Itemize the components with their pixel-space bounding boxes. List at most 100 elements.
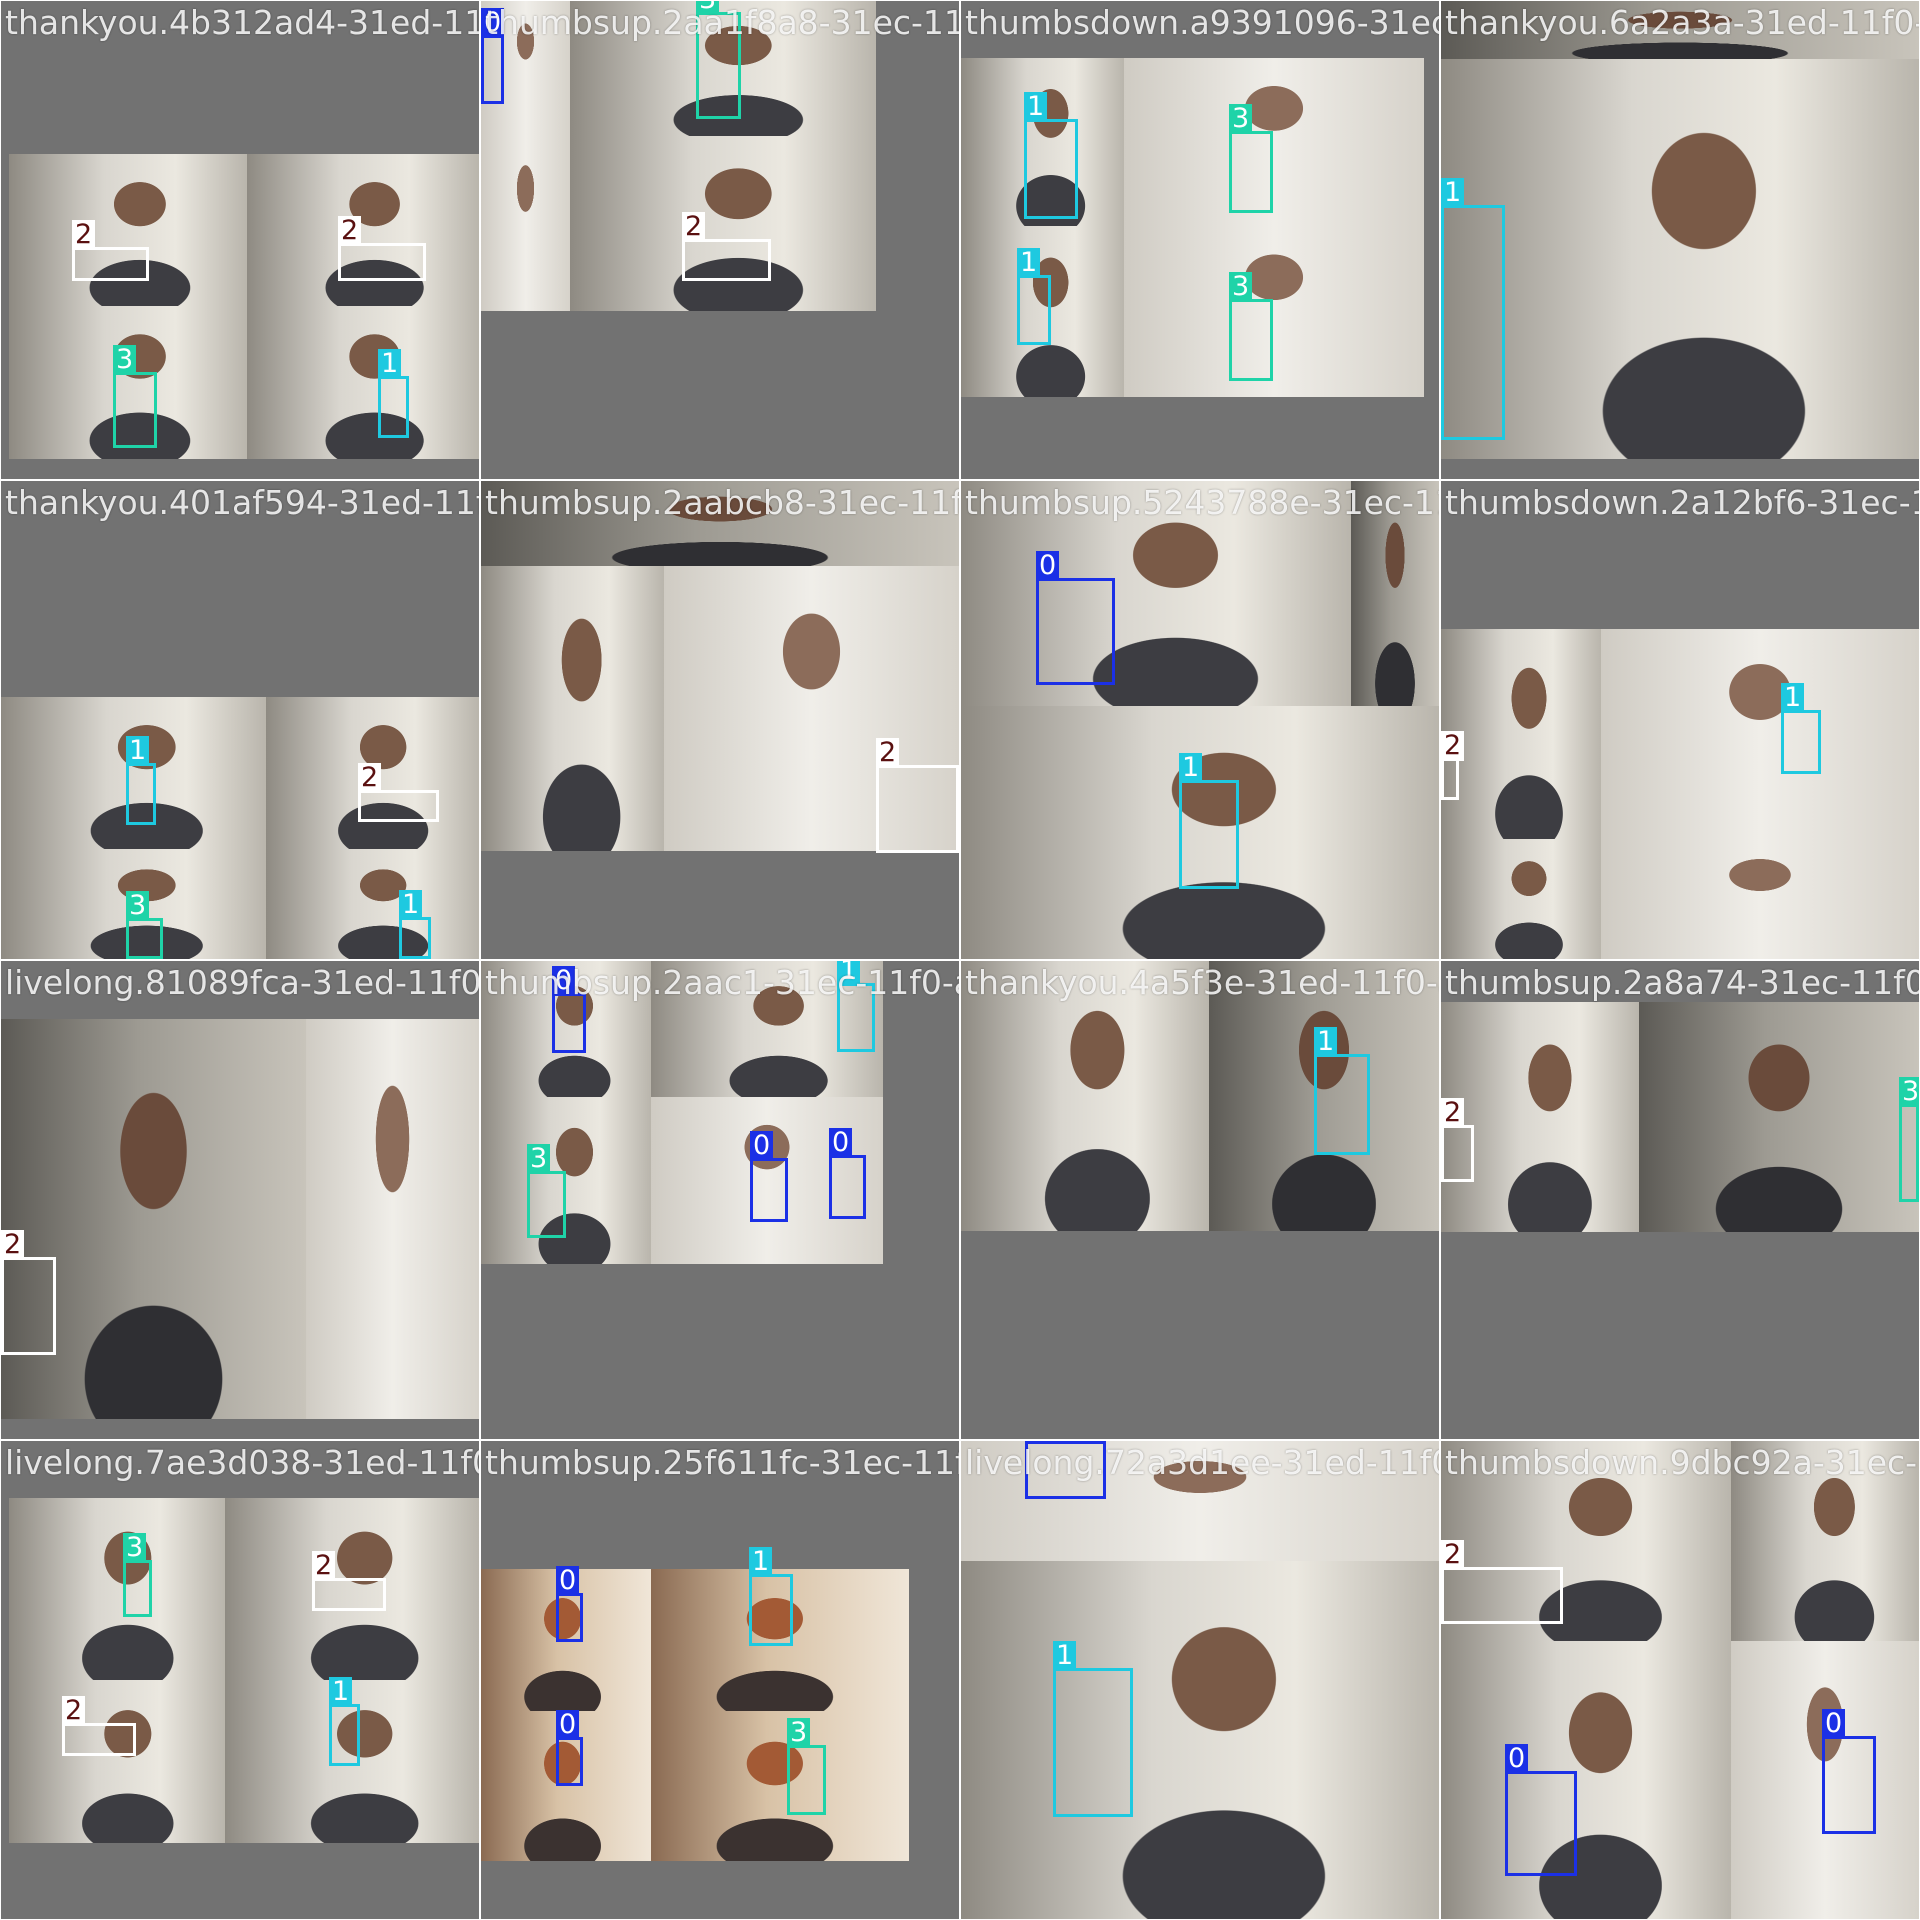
image-tile: thumbsdown.a9391096-31ec-11f0-a028-ca2a8…: [961, 1, 1439, 479]
class-label: 2: [338, 216, 362, 246]
class-label: 1: [749, 1547, 773, 1577]
class-label: 1: [399, 890, 423, 920]
image-tile: thumbsup.2aa1f8a8-31ec-11f0-a028-ca2a8e1…: [481, 1, 959, 479]
image-filename: thumbsup.2a8a74-31ec-11f0-a028-ca2a8e1: [1445, 963, 1919, 1002]
class-label: 2: [1441, 731, 1465, 761]
class-label: 2: [358, 763, 382, 793]
sub-image: [1124, 58, 1424, 226]
class-label: 0: [1036, 551, 1060, 581]
class-label: 1: [378, 349, 402, 379]
image-tile: thankyou.4a5f3e-31ed-11f0-a028-ca2a8e1 1: [961, 961, 1439, 1439]
bounding-box: 2: [1441, 1540, 1563, 1624]
class-label: 3: [1229, 272, 1253, 302]
image-tile: thankyou.6a2a3a-31ed-11f0-a028-ca2a8e1 1: [1441, 1, 1919, 479]
image-tile: thumbsup.2a8a74-31ec-11f0-a028-ca2a8e1 2…: [1441, 961, 1919, 1439]
sub-image: [1601, 629, 1919, 839]
bounding-box: 2: [312, 1551, 386, 1611]
bounding-box: 2: [1441, 731, 1465, 800]
class-label: 0: [829, 1128, 853, 1158]
bounding-box: 1: [1179, 753, 1239, 889]
class-label: 1: [126, 736, 150, 766]
bounding-box: 3: [1229, 104, 1273, 213]
sub-image: [1, 1019, 306, 1419]
sub-image: [481, 1097, 651, 1264]
bounding-box: 0: [556, 1710, 583, 1786]
bounding-box: 3: [1229, 272, 1273, 381]
sub-image: [247, 306, 479, 459]
sub-image: [481, 136, 570, 311]
image-tile: thumbsup.2aac1-31ec-11f0-a028-ca2a8e1 0 …: [481, 961, 959, 1439]
bounding-box: 0: [481, 8, 505, 104]
bounding-box: 3: [527, 1144, 566, 1238]
class-label: 0: [750, 1131, 774, 1161]
image-filename: thumbsup.2aac1-31ec-11f0-a028-ca2a8e1: [485, 963, 959, 1002]
image-tile: thumbsup.2aabcb8-31ec-11f0-a028-ca2a8e1 …: [481, 481, 959, 959]
bounding-box: 3: [1899, 1077, 1919, 1202]
image-mosaic: thankyou.4b312ad4-31ed-11f0-a028-ca2a8e1…: [0, 0, 1920, 1920]
image-filename: thankyou.6a2a3a-31ed-11f0-a028-ca2a8e1: [1445, 3, 1919, 42]
bounding-box: 2: [338, 216, 426, 281]
sub-image: [266, 849, 479, 959]
sub-image: [961, 1561, 1439, 1919]
sub-image: [1124, 226, 1424, 397]
image-filename: thankyou.4b312ad4-31ed-11f0-a028-ca2a8e1: [5, 3, 479, 42]
image-filename: thankyou.4a5f3e-31ed-11f0-a028-ca2a8e1: [965, 963, 1439, 1002]
class-label: 2: [312, 1551, 336, 1581]
class-label: 1: [329, 1677, 353, 1707]
class-label: 2: [1, 1230, 25, 1260]
class-label: 1: [1017, 248, 1041, 278]
sub-image: [9, 1680, 225, 1843]
bounding-box: 2: [72, 220, 149, 281]
bounding-box: 0: [1036, 551, 1115, 685]
sub-image: [1441, 629, 1601, 839]
bounding-box: 3: [123, 1533, 152, 1617]
sub-image: [306, 1019, 479, 1419]
bounding-box: 1: [399, 890, 431, 959]
class-label: 2: [1441, 1540, 1465, 1570]
sub-image: [1639, 1002, 1919, 1232]
image-filename: thumbsdown.a9391096-31ec-11f0-a028-ca2a8…: [965, 3, 1439, 42]
class-label: 1: [1053, 1641, 1077, 1671]
bounding-box: 3: [787, 1718, 826, 1815]
class-label: 0: [1505, 1744, 1529, 1774]
image-filename: livelong.7ae3d038-31ed-11f0-a028-ca2a8e1: [5, 1443, 479, 1482]
image-filename: thumbsup.2aa1f8a8-31ec-11f0-a028-ca2a8e1: [485, 3, 959, 42]
bounding-box: 1: [1053, 1641, 1133, 1817]
bounding-box: 1: [1781, 683, 1821, 774]
bounding-box: 1: [378, 349, 409, 438]
sub-image: [9, 1498, 225, 1680]
sub-image: [651, 1711, 909, 1861]
class-label: 3: [126, 891, 150, 921]
class-label: 2: [62, 1696, 86, 1726]
image-tile: livelong.81089fca-31ed-11f0-a028-ca2a8e1…: [1, 961, 479, 1439]
class-label: 1: [1781, 683, 1805, 713]
bounding-box: 2: [1, 1230, 56, 1355]
image-filename: livelong.72a3d1ee-31ed-11f0-a028-ca2a8e1: [965, 1443, 1439, 1482]
class-label: 0: [1822, 1709, 1846, 1739]
bounding-box: 2: [1441, 1098, 1474, 1182]
image-tile: livelong.72a3d1ee-31ed-11f0-a028-ca2a8e1…: [961, 1441, 1439, 1919]
class-label: 1: [1314, 1027, 1338, 1057]
image-tile: thankyou.401af594-31ed-11f0-a028-ca2a8e1…: [1, 481, 479, 959]
class-label: 1: [1441, 178, 1465, 208]
image-tile: thumbsdown.9dbc92a-31ec-11f0-a028-ca2a8e…: [1441, 1441, 1919, 1919]
bounding-box: 1: [749, 1547, 793, 1646]
class-label: 1: [1179, 753, 1203, 783]
sub-image: [9, 154, 247, 306]
bounding-box: 1: [126, 736, 156, 825]
sub-image: [1601, 839, 1919, 959]
bounding-box: 0: [1505, 1744, 1577, 1876]
class-label: 3: [1899, 1077, 1919, 1107]
image-filename: thumbsup.2aabcb8-31ec-11f0-a028-ca2a8e1: [485, 483, 959, 522]
image-filename: thankyou.401af594-31ed-11f0-a028-ca2a8e1: [5, 483, 479, 522]
bounding-box: 3: [113, 345, 157, 448]
bounding-box: 1: [1314, 1027, 1370, 1155]
image-tile: livelong.7ae3d038-31ed-11f0-a028-ca2a8e1…: [1, 1441, 479, 1919]
image-tile: thumbsup.5243788e-31ec-11f0-a028-ca2a8e1…: [961, 481, 1439, 959]
class-label: 2: [1441, 1098, 1465, 1128]
sub-image: [247, 154, 479, 306]
bounding-box: 0: [556, 1566, 583, 1642]
image-filename: thumbsdown.9dbc92a-31ec-11f0-a028-ca2a8e…: [1445, 1443, 1919, 1482]
bounding-box: 1: [329, 1677, 360, 1766]
class-label: 2: [876, 738, 900, 768]
